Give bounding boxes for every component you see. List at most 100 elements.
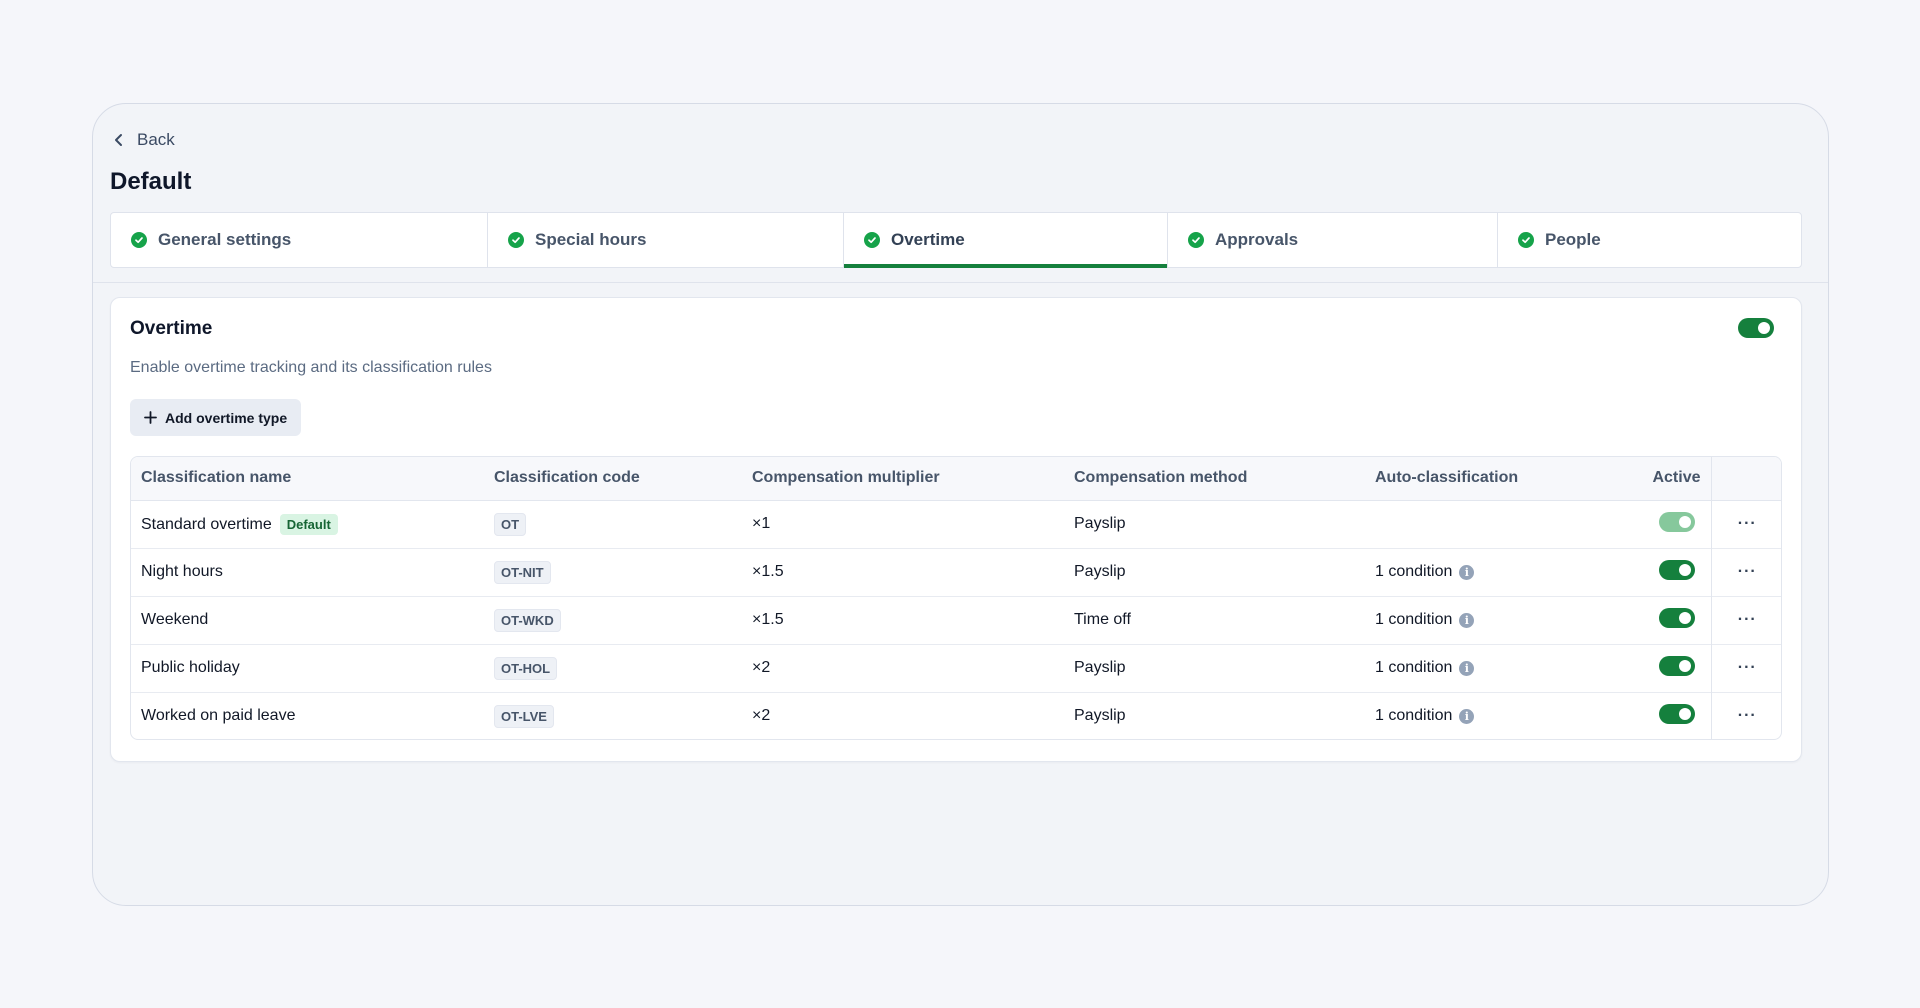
code-chip: OT-NIT bbox=[494, 560, 551, 584]
tab-general-settings[interactable]: General settings bbox=[111, 213, 488, 267]
condition-count: 1 condition bbox=[1375, 611, 1453, 628]
cell-active bbox=[1587, 547, 1711, 596]
cell-name: Standard overtime Default bbox=[131, 500, 484, 548]
cell-method: Time off bbox=[1064, 595, 1365, 644]
row-name: Night hours bbox=[141, 563, 223, 580]
overtime-enabled-toggle[interactable] bbox=[1738, 318, 1774, 338]
cell-multiplier: ×1 bbox=[752, 515, 771, 532]
cell-actions: ··· bbox=[1710, 643, 1781, 692]
info-icon[interactable]: i bbox=[1459, 660, 1475, 676]
section-divider bbox=[93, 282, 1828, 283]
cell-active bbox=[1587, 500, 1711, 548]
check-circle-icon bbox=[864, 232, 880, 248]
column-header-actions bbox=[1710, 457, 1781, 501]
code-chip: OT-LVE bbox=[494, 704, 554, 728]
info-icon[interactable]: i bbox=[1459, 564, 1475, 580]
overtime-card: Overtime Enable overtime tracking and it… bbox=[110, 297, 1802, 762]
more-options-icon[interactable]: ··· bbox=[1738, 563, 1757, 580]
tab-label: General settings bbox=[158, 230, 292, 249]
table-header-row: Classification name Classification code … bbox=[131, 457, 1781, 501]
cell-name: Public holiday bbox=[131, 643, 484, 692]
tab-label: Special hours bbox=[535, 230, 647, 249]
column-header-active: Active bbox=[1587, 457, 1711, 501]
settings-tabs: General settings Special hours Overtime … bbox=[110, 212, 1802, 268]
cell-multiplier: ×2 bbox=[742, 643, 1064, 692]
cell-method: Payslip bbox=[1064, 643, 1365, 692]
table-row[interactable]: Public holiday OT-HOL ×2 Payslip 1 condi… bbox=[131, 643, 1781, 692]
active-toggle[interactable] bbox=[1658, 703, 1695, 724]
active-toggle[interactable] bbox=[1658, 559, 1695, 580]
cell-auto: 1 condition i bbox=[1365, 643, 1587, 692]
active-toggle[interactable] bbox=[1658, 655, 1695, 676]
cell-auto: 1 condition i bbox=[1365, 595, 1587, 644]
tab-label: Overtime bbox=[891, 230, 965, 249]
more-options-icon[interactable]: ··· bbox=[1738, 659, 1757, 676]
more-options-icon[interactable]: ··· bbox=[1738, 707, 1757, 724]
check-circle-icon bbox=[1518, 232, 1534, 248]
check-circle-icon bbox=[1188, 232, 1204, 248]
info-icon[interactable]: i bbox=[1459, 708, 1475, 724]
cell-actions: ··· bbox=[1710, 691, 1781, 739]
cell-active bbox=[1587, 643, 1711, 692]
back-label: Back bbox=[137, 130, 175, 149]
cell-method: Payslip bbox=[1064, 547, 1365, 596]
add-overtime-type-button[interactable]: Add overtime type bbox=[130, 399, 302, 436]
table-row[interactable]: Weekend OT-WKD ×1.5 Time off 1 condition… bbox=[131, 595, 1781, 644]
default-badge: Default bbox=[279, 513, 338, 535]
row-name: Public holiday bbox=[141, 659, 240, 676]
back-button[interactable]: Back bbox=[111, 130, 175, 150]
chevron-left-icon bbox=[115, 134, 122, 146]
tab-approvals[interactable]: Approvals bbox=[1168, 213, 1498, 267]
column-header-code: Classification code bbox=[484, 457, 742, 501]
add-overtime-type-label: Add overtime type bbox=[165, 409, 288, 426]
condition-count: 1 condition bbox=[1375, 707, 1453, 725]
tab-overtime[interactable]: Overtime bbox=[844, 213, 1168, 268]
code-chip: OT-WKD bbox=[494, 608, 561, 632]
settings-frame: Back Default General settings Special ho… bbox=[92, 103, 1829, 906]
more-options-icon[interactable]: ··· bbox=[1738, 515, 1757, 532]
cell-multiplier: ×2 bbox=[742, 691, 1064, 739]
row-name: Standard overtime bbox=[141, 515, 272, 533]
cell-name: Night hours bbox=[131, 547, 484, 596]
cell-code: OT-WKD bbox=[484, 595, 742, 644]
cell-code: OT bbox=[484, 500, 742, 548]
cell-multiplier: ×1.5 bbox=[742, 595, 1064, 644]
cell-method: Payslip bbox=[1074, 515, 1126, 532]
overtime-types-table: Classification name Classification code … bbox=[130, 456, 1782, 740]
plus-icon bbox=[144, 411, 157, 424]
tab-label: People bbox=[1545, 230, 1601, 249]
info-icon[interactable]: i bbox=[1459, 612, 1475, 628]
cell-active bbox=[1587, 691, 1711, 739]
column-header-method: Compensation method bbox=[1064, 457, 1365, 501]
cell-actions: ··· bbox=[1710, 547, 1781, 596]
more-options-icon[interactable]: ··· bbox=[1738, 611, 1757, 628]
cell-auto bbox=[1365, 500, 1587, 548]
cell-method: Payslip bbox=[1064, 691, 1365, 739]
row-name: Worked on paid leave bbox=[141, 707, 296, 725]
code-chip: OT bbox=[494, 512, 527, 536]
cell-name: Worked on paid leave bbox=[131, 691, 484, 739]
code-chip: OT-HOL bbox=[494, 656, 558, 680]
column-header-auto: Auto-classification bbox=[1365, 457, 1587, 501]
row-name: Weekend bbox=[141, 611, 209, 628]
cell-auto: 1 condition i bbox=[1365, 547, 1587, 596]
active-toggle[interactable] bbox=[1658, 607, 1695, 628]
overtime-title: Overtime bbox=[130, 318, 213, 339]
condition-count: 1 condition bbox=[1375, 659, 1453, 676]
cell-actions: ··· bbox=[1710, 595, 1781, 644]
cell-active bbox=[1587, 595, 1711, 644]
tab-people[interactable]: People bbox=[1498, 213, 1801, 267]
tab-special-hours[interactable]: Special hours bbox=[488, 213, 844, 267]
page-title: Default bbox=[110, 168, 192, 195]
cell-code: OT-HOL bbox=[484, 643, 742, 692]
table-row[interactable]: Night hours OT-NIT ×1.5 Payslip 1 condit… bbox=[131, 547, 1781, 596]
check-circle-icon bbox=[131, 232, 147, 248]
table-row[interactable]: Worked on paid leave OT-LVE ×2 Payslip 1… bbox=[131, 691, 1781, 739]
table-row[interactable]: Standard overtime Default OT ×1 Payslip ·… bbox=[131, 500, 1781, 548]
condition-count: 1 condition bbox=[1375, 563, 1453, 580]
cell-code: OT-NIT bbox=[484, 547, 742, 596]
tab-label: Approvals bbox=[1215, 230, 1299, 249]
overtime-description: Enable overtime tracking and its classif… bbox=[130, 359, 492, 376]
active-toggle[interactable] bbox=[1658, 511, 1695, 532]
cell-multiplier: ×1.5 bbox=[742, 547, 1064, 596]
